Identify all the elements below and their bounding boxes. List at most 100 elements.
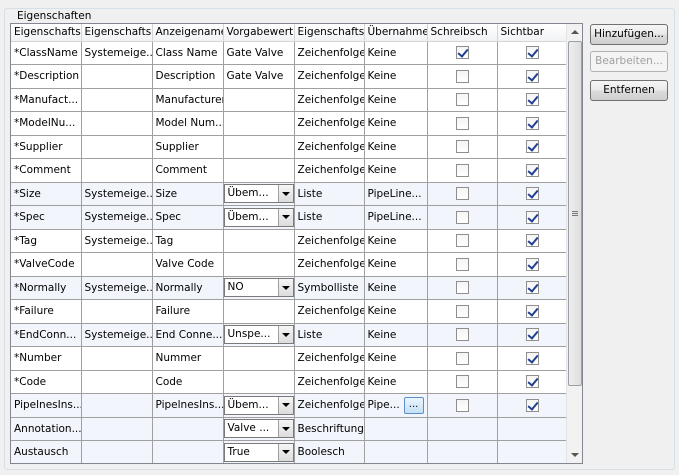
default-value-combobox[interactable]: NO [223,278,293,298]
table-row[interactable]: *Size Systemeige... Size Übem... Liste PipeLi… [11,182,568,206]
property-name-cell[interactable]: *Number [11,346,82,371]
dropdown-arrow-icon[interactable] [277,185,293,203]
table-row[interactable]: *Manufact... Manufacturer Zeichenfolge Kein… [11,88,568,112]
visible-checkbox[interactable] [525,163,539,177]
property-name-cell[interactable]: *Tag [11,229,82,253]
property-name-cell[interactable]: *Code [11,370,82,394]
table-row[interactable]: Annotation... Valve ... Beschriftung [11,417,568,441]
property-name-cell[interactable]: *Size [11,182,82,206]
default-value-cell[interactable] [223,158,295,183]
table-row[interactable]: *Spec Systemeige... Spec Übem... Liste PipeLi… [11,205,568,230]
visible-checkbox[interactable] [525,93,539,107]
property-source-cell[interactable]: Systemeige... [81,323,153,347]
readonly-checkbox[interactable] [455,234,469,248]
properties-grid[interactable]: Eigenschafts Eigenschaftsl Anzeigename Vorg… [10,23,583,464]
property-name-cell[interactable]: *Description [11,64,82,89]
vertical-scrollbar[interactable] [566,24,582,463]
transfer-cell[interactable]: Keine [364,229,428,253]
property-name-cell[interactable]: *ModelNu... [11,111,82,136]
table-row[interactable]: *Code Code Zeichenfolge Keine [11,370,568,394]
default-value-cell[interactable] [223,135,295,159]
property-name-cell[interactable]: Austausch [11,440,82,463]
column-header[interactable]: Sichtbar [497,24,568,42]
display-name-cell[interactable]: Normally [152,276,224,300]
readonly-checkbox[interactable] [455,304,469,318]
transfer-cell[interactable]: Keine [364,135,428,159]
property-name-cell[interactable]: *ValveCode [11,252,82,277]
table-row[interactable]: *ClassName Systemeige... Class Name Gate Va… [11,41,568,65]
transfer-cell[interactable]: PipeLine... [364,205,428,230]
table-row[interactable]: *Failure Failure Zeichenfolge Keine [11,299,568,324]
visible-checkbox[interactable] [525,398,539,412]
readonly-checkbox[interactable] [455,187,469,201]
property-type-cell[interactable]: Zeichenfolge [294,135,365,159]
table-row[interactable]: *Number Nummer Zeichenfolge Keine [11,346,568,371]
column-header[interactable]: Eigenschafts [11,24,82,42]
table-row[interactable]: *Comment Comment Zeichenfolge Keine [11,158,568,183]
property-source-cell[interactable] [81,299,153,324]
scrollbar-thumb[interactable] [568,41,582,386]
table-row[interactable]: *EndConn... Systemeige... End Conne... Unsp… [11,323,568,347]
readonly-checkbox[interactable] [455,116,469,130]
column-header[interactable]: Eigenschaftst [294,24,365,42]
scroll-up-arrow-icon[interactable] [567,24,582,40]
property-type-cell[interactable]: Boolesch [294,440,365,463]
default-value-cell[interactable] [223,111,295,136]
default-value-cell[interactable] [223,370,295,394]
table-row[interactable]: *Description Description Gate Valve Zeichen… [11,64,568,89]
transfer-cell[interactable]: Keine [364,88,428,112]
property-name-cell[interactable]: *Manufact... [11,88,82,112]
transfer-cell[interactable]: Keine [364,276,428,300]
table-row[interactable]: *Normally Systemeige... Normally NO Symbolli… [11,276,568,300]
ellipsis-button[interactable]: ... [403,396,424,414]
column-header[interactable]: Schreibsch [427,24,498,42]
property-name-cell[interactable]: *Supplier [11,135,82,159]
property-type-cell[interactable]: Zeichenfolge [294,88,365,112]
display-name-cell[interactable]: Manufacturer [152,88,224,112]
readonly-checkbox[interactable] [455,351,469,365]
dropdown-arrow-icon[interactable] [277,420,293,438]
display-name-cell[interactable]: Supplier [152,135,224,159]
property-source-cell[interactable] [81,64,153,89]
readonly-checkbox[interactable] [455,163,469,177]
default-value-cell[interactable] [223,229,295,253]
visible-checkbox[interactable] [525,187,539,201]
property-source-cell[interactable]: Systemeige... [81,41,153,65]
property-type-cell[interactable]: Liste [294,323,365,347]
property-source-cell[interactable] [81,111,153,136]
scroll-down-arrow-icon[interactable] [567,447,582,463]
transfer-cell[interactable]: Keine [364,299,428,324]
column-header[interactable]: Eigenschaftsl [81,24,153,42]
visible-checkbox[interactable] [525,46,539,60]
table-row[interactable]: Austausch True Boolesch [11,440,568,463]
transfer-cell[interactable]: Keine [364,158,428,183]
transfer-cell[interactable]: PipeLine... [364,182,428,206]
table-row[interactable]: *ModelNu... Model Num... Zeichenfolge Keine [11,111,568,136]
dropdown-arrow-icon[interactable] [277,279,293,297]
default-value-cell[interactable] [223,346,295,371]
visible-checkbox[interactable] [525,281,539,295]
property-type-cell[interactable]: Zeichenfolge [294,229,365,253]
readonly-checkbox[interactable] [455,328,469,342]
default-value-combobox[interactable]: True [223,442,293,462]
visible-checkbox[interactable] [525,140,539,154]
property-type-cell[interactable]: Zeichenfolge [294,370,365,394]
property-source-cell[interactable] [81,440,153,463]
dropdown-arrow-icon[interactable] [277,208,293,226]
default-value-combobox[interactable]: Übem... [223,207,293,227]
visible-checkbox[interactable] [525,257,539,271]
edit-button[interactable]: Bearbeiten... [590,51,668,72]
dropdown-arrow-icon[interactable] [277,326,293,344]
property-type-cell[interactable]: Zeichenfolge [294,393,365,418]
default-value-cell[interactable] [223,88,295,112]
display-name-cell[interactable]: End Conne... [152,323,224,347]
display-name-cell[interactable]: Failure [152,299,224,324]
visible-checkbox[interactable] [525,210,539,224]
property-source-cell[interactable]: Systemeige... [81,229,153,253]
property-name-cell[interactable]: PipelnesIns... [11,393,82,418]
visible-checkbox[interactable] [525,234,539,248]
default-value-combobox[interactable]: Valve ... [223,419,293,439]
transfer-cell[interactable]: Pipe...... [364,393,428,418]
readonly-checkbox[interactable] [455,46,469,60]
add-button[interactable]: Hinzufügen... [590,24,668,45]
